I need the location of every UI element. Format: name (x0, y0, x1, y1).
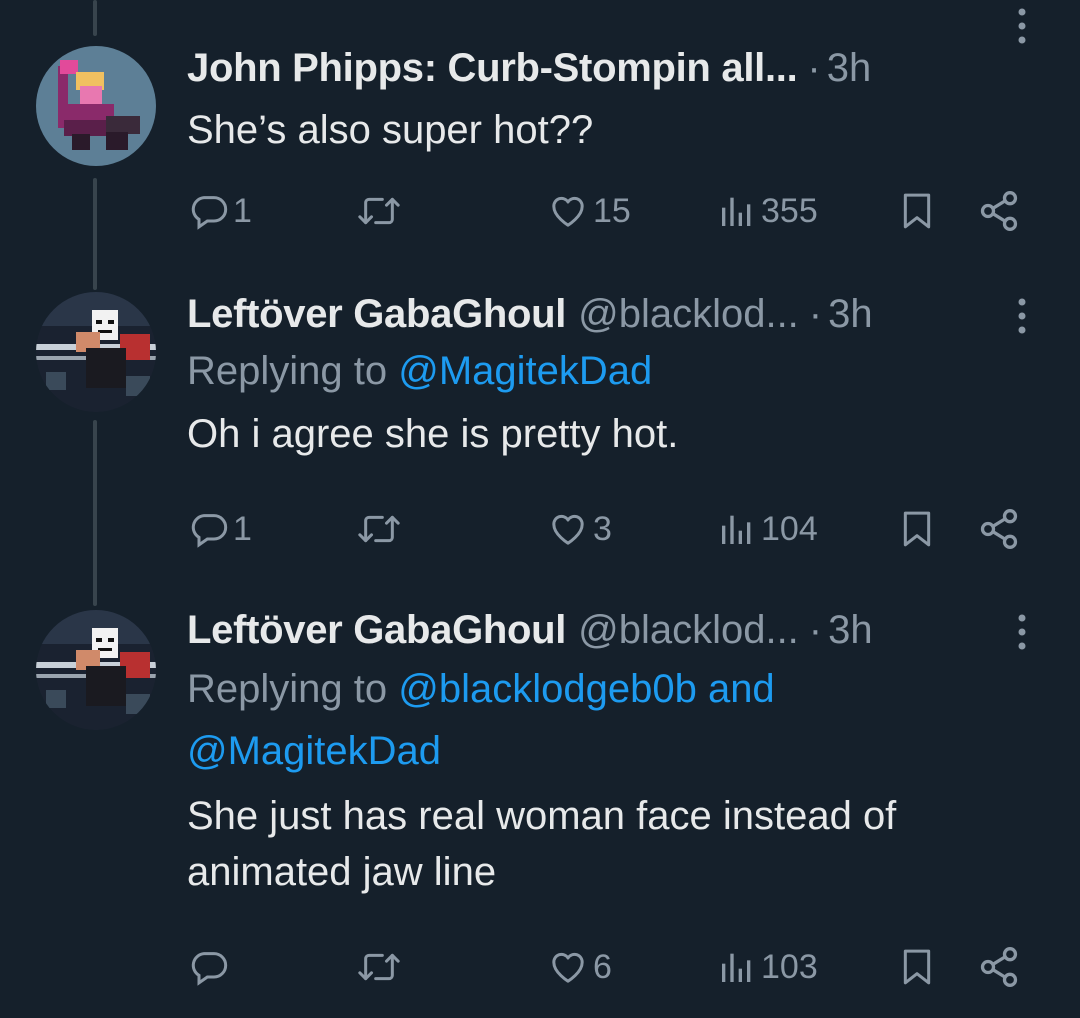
retweet-button[interactable] (357, 186, 405, 236)
share-button[interactable] (977, 504, 1021, 554)
author-handle[interactable]: @blacklod... (578, 608, 799, 653)
retweet-button[interactable] (357, 504, 405, 554)
share-icon (980, 947, 1018, 987)
replying-to: Replying to @blacklodgeb0b and @MagitekD… (187, 658, 1080, 782)
share-button[interactable] (977, 942, 1021, 992)
views-icon (722, 953, 751, 982)
thread-line (93, 0, 97, 36)
separator: · (808, 291, 823, 336)
views-count: 104 (761, 509, 818, 548)
retweet-icon (358, 953, 400, 981)
timestamp[interactable]: 3h (828, 608, 873, 653)
views-button[interactable]: 103 (717, 942, 818, 992)
author-name[interactable]: Leftöver GabaGhoul (187, 608, 566, 653)
like-count: 6 (593, 947, 612, 986)
timestamp[interactable]: 3h (827, 46, 872, 91)
reply-icon (191, 952, 228, 986)
replying-to: Replying to @MagitekDad (187, 340, 1080, 402)
share-icon (980, 509, 1018, 549)
reply-button[interactable] (189, 942, 233, 992)
like-button[interactable]: 6 (547, 942, 612, 992)
retweet-icon (358, 197, 400, 225)
timestamp[interactable]: 3h (828, 292, 873, 337)
views-count: 103 (761, 947, 818, 986)
more-icon[interactable] (1004, 6, 1040, 46)
mention-link[interactable]: @blacklodgeb0b and (398, 667, 774, 711)
retweet-button[interactable] (357, 942, 405, 992)
like-button[interactable]: 15 (547, 186, 631, 236)
thread-line (93, 178, 97, 290)
retweet-icon (358, 515, 400, 543)
bookmark-button[interactable] (897, 942, 937, 992)
bookmark-icon (903, 193, 931, 229)
author-name[interactable]: Leftöver GabaGhoul (187, 292, 566, 337)
reply-count: 1 (233, 191, 252, 230)
author-handle[interactable]: @blacklod... (578, 292, 799, 337)
tweet-text: She’s also super hot?? (187, 108, 594, 152)
share-icon (980, 191, 1018, 231)
reply-icon (191, 514, 228, 548)
reply-count: 1 (233, 509, 252, 548)
views-icon (722, 515, 751, 544)
views-button[interactable]: 104 (717, 504, 818, 554)
like-button[interactable]: 3 (547, 504, 612, 554)
author-name[interactable]: John Phipps: Curb-Stompin all... (187, 46, 798, 91)
tweet-text: Oh i agree she is pretty hot. (187, 412, 679, 456)
reply-button[interactable]: 1 (189, 186, 252, 236)
avatar[interactable] (36, 610, 156, 730)
avatar[interactable] (36, 46, 156, 166)
tweet-text: She just has real woman face instead of … (187, 794, 897, 894)
heart-icon (552, 952, 584, 983)
views-button[interactable]: 355 (717, 186, 818, 236)
more-icon[interactable] (1004, 612, 1040, 652)
reply-icon (191, 196, 228, 230)
like-count: 15 (593, 191, 631, 230)
heart-icon (552, 514, 584, 545)
more-icon[interactable] (1004, 296, 1040, 336)
bookmark-icon (903, 949, 931, 985)
separator: · (807, 45, 821, 90)
views-count: 355 (761, 191, 818, 230)
avatar[interactable] (36, 292, 156, 412)
replying-to-label: Replying to (187, 349, 399, 393)
like-count: 3 (593, 509, 612, 548)
bookmark-icon (903, 511, 931, 547)
share-button[interactable] (977, 186, 1021, 236)
bookmark-button[interactable] (897, 504, 937, 554)
mention-link[interactable]: @MagitekDad (187, 720, 1080, 782)
bookmark-button[interactable] (897, 186, 937, 236)
heart-icon (552, 196, 584, 227)
views-icon (722, 197, 751, 226)
reply-button[interactable]: 1 (189, 504, 252, 554)
mention-link[interactable]: @MagitekDad (398, 349, 652, 393)
separator: · (808, 607, 823, 652)
thread-line (93, 420, 97, 606)
replying-to-label: Replying to (187, 667, 399, 711)
